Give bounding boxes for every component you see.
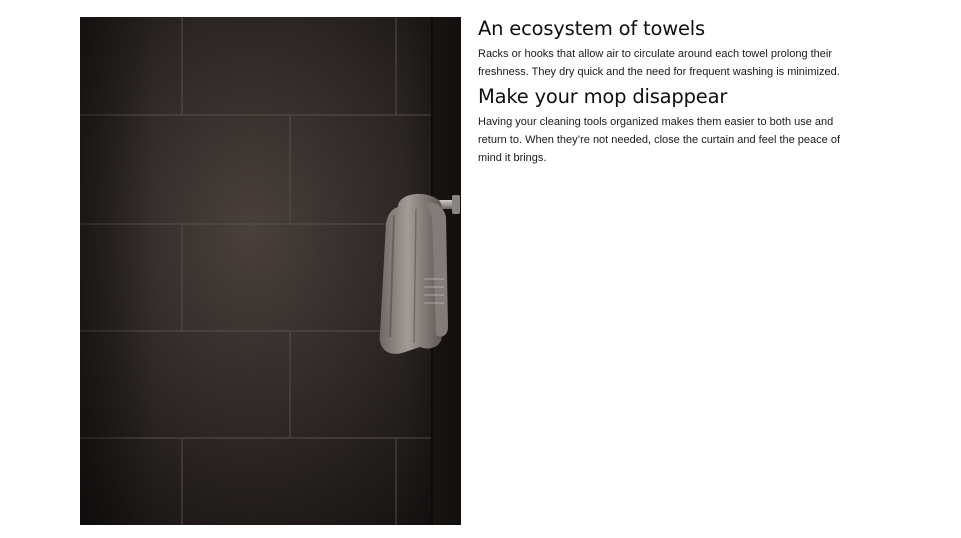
mop-section-heading: Make your mop disappear — [478, 85, 728, 108]
bathroom-wall-illustration — [80, 17, 461, 525]
mop-section: Make your mop disappear Having your clea… — [478, 84, 858, 167]
towel-section-heading: An ecosystem of towels — [478, 17, 705, 40]
folded-towel — [379, 193, 448, 354]
towel-section: An ecosystem of towels Racks or hooks th… — [478, 16, 858, 81]
content-column: An ecosystem of towels Racks or hooks th… — [478, 16, 858, 167]
towel-rack-photo — [80, 17, 461, 525]
mop-section-body: Having your cleaning tools organized mak… — [478, 116, 841, 164]
towel-section-body: Racks or hooks that allow air to circula… — [478, 48, 840, 78]
